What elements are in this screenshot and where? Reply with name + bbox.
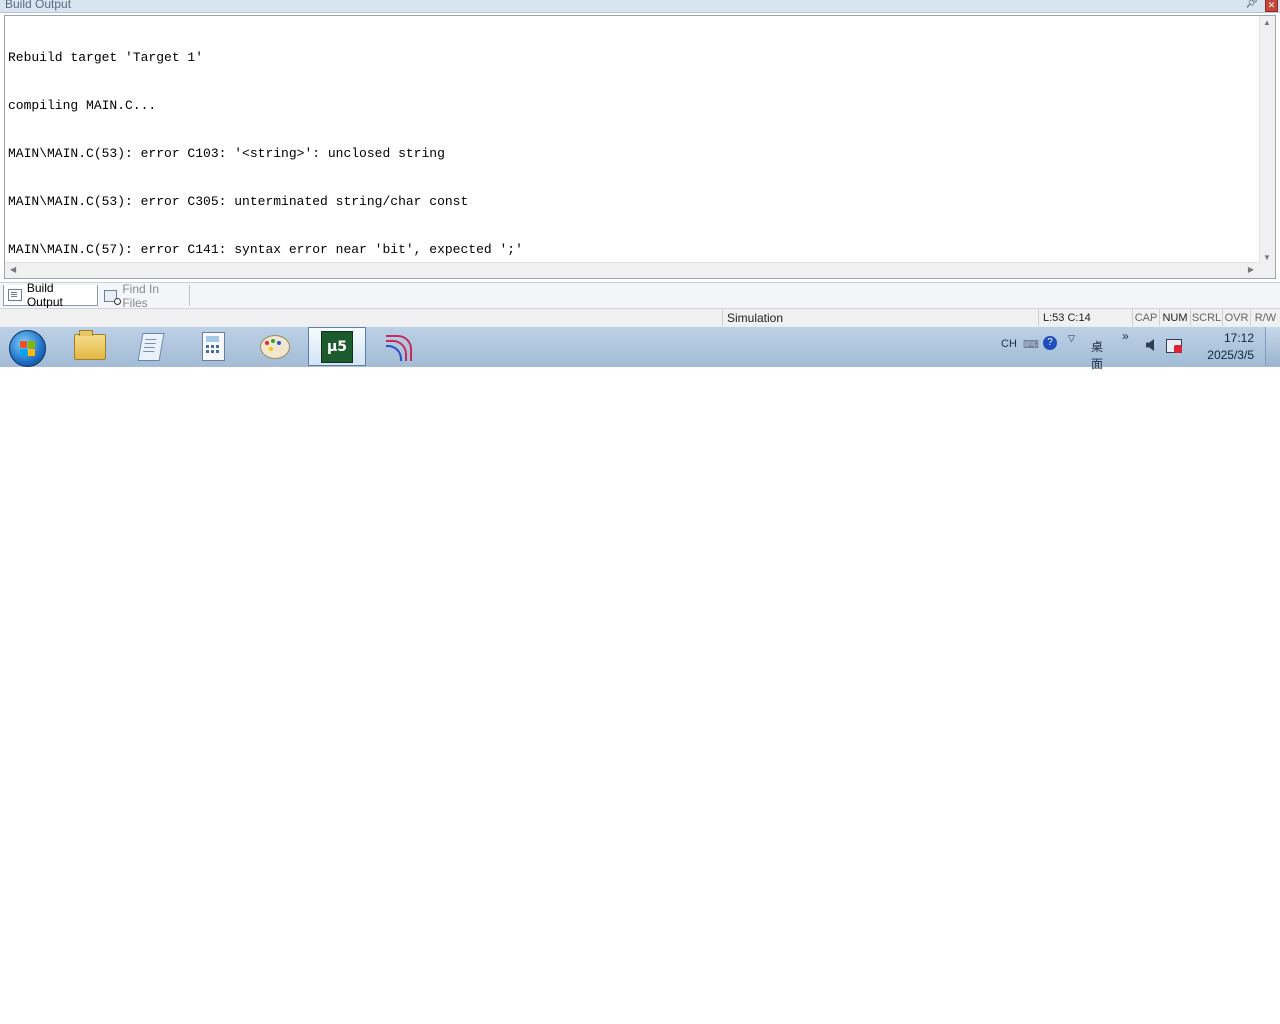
status-bar: Simulation L:53 C:14 CAP NUM SCRL OVR R/… [0, 308, 1280, 328]
build-output-icon [8, 289, 22, 301]
output-line: compiling MAIN.C... [8, 98, 157, 113]
panel-title-bar: Build Output 📌︎ ✕ [0, 0, 1280, 13]
find-in-files-icon [104, 289, 122, 305]
vertical-scrollbar[interactable]: ▲ ▼ [1259, 16, 1275, 264]
start-button[interactable] [9, 330, 46, 367]
scroll-down-arrow-icon[interactable]: ▼ [1263, 253, 1271, 262]
clock-time: 17:12 [1223, 331, 1254, 345]
desktop-toolbar-label[interactable]: 桌面 [1091, 338, 1103, 372]
build-output-area[interactable]: Rebuild target 'Target 1' compiling MAIN… [4, 15, 1276, 279]
taskbar: μ5 CH ⌨ ? ▽ 桌面 » 17:12 2025/3/5 [0, 326, 1280, 371]
scroll-left-arrow-icon[interactable]: ◀ [10, 265, 16, 274]
scrollbar-corner [1260, 263, 1275, 278]
taskbar-file-explorer[interactable] [61, 327, 119, 366]
taskbar-paint[interactable] [246, 327, 304, 366]
help-icon[interactable]: ? [1043, 336, 1057, 350]
output-line: MAIN\MAIN.C(57): error C141: syntax erro… [8, 242, 523, 257]
stc-isp-icon [384, 333, 414, 361]
horizontal-scrollbar[interactable]: ◀ ▶ [5, 262, 1260, 278]
close-panel-button[interactable]: ✕ [1265, 0, 1278, 12]
output-line: Rebuild target 'Target 1' [8, 50, 204, 65]
tab-build-output[interactable]: Build Output [3, 281, 98, 309]
tab-label: Build Output [26, 281, 63, 309]
calculator-icon [201, 332, 225, 361]
paint-icon [260, 334, 290, 359]
network-error-icon [1174, 345, 1182, 353]
clock[interactable]: 17:12 2025/3/5 [1207, 330, 1254, 364]
tab-label: Find In Files [122, 281, 160, 310]
tray-overflow-chevron[interactable]: » [1122, 329, 1129, 343]
pin-icon[interactable]: 📌︎ [1245, 0, 1258, 9]
taskbar-notepad[interactable] [122, 327, 180, 366]
ime-options-icon[interactable]: ▽ [1068, 333, 1075, 344]
output-line: MAIN\MAIN.C(53): error C305: unterminate… [8, 194, 469, 209]
scroll-right-arrow-icon[interactable]: ▶ [1248, 265, 1254, 274]
show-desktop-button[interactable] [1265, 327, 1280, 366]
tab-find-in-files[interactable]: Find In Files [100, 282, 190, 310]
file-explorer-icon [74, 329, 106, 360]
notepad-icon [137, 332, 165, 361]
keyboard-icon[interactable]: ⌨ [1023, 338, 1039, 351]
keil-uvision-icon: μ5 [321, 330, 353, 363]
language-indicator[interactable]: CH [1001, 338, 1017, 350]
output-lines: Rebuild target 'Target 1' compiling MAIN… [8, 18, 523, 290]
taskbar-keil-uvision[interactable]: μ5 [308, 327, 366, 366]
taskbar-stc-isp[interactable] [370, 327, 428, 366]
output-tab-bar: Build Output Find In Files [0, 281, 1280, 310]
taskbar-calculator[interactable] [184, 327, 242, 366]
clock-date: 2025/3/5 [1207, 348, 1254, 362]
windows-logo-icon [20, 341, 35, 356]
panel-title: Build Output [5, 0, 72, 11]
volume-icon[interactable] [1146, 339, 1154, 351]
scroll-up-arrow-icon[interactable]: ▲ [1263, 18, 1271, 27]
output-line: MAIN\MAIN.C(53): error C103: '<string>':… [8, 146, 445, 161]
